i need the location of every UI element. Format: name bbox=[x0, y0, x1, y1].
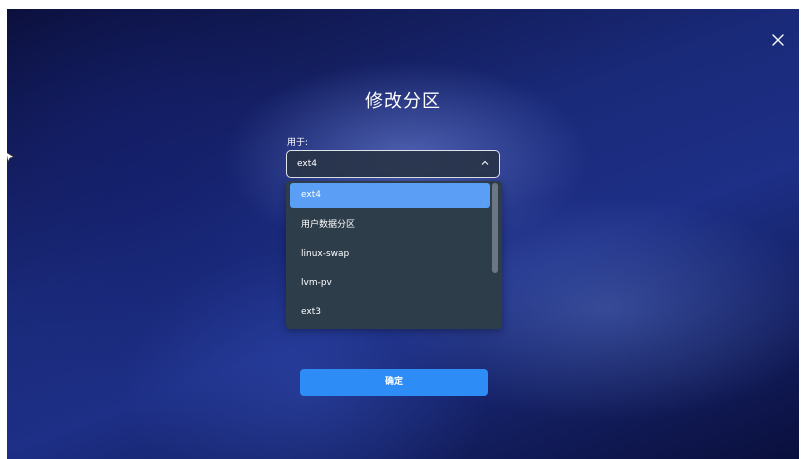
dropdown-option-linux-swap[interactable]: linux-swap bbox=[290, 242, 490, 267]
confirm-button[interactable]: 确定 bbox=[300, 369, 488, 396]
dropdown-option-lvm-pv[interactable]: lvm-pv bbox=[290, 271, 490, 296]
dropdown-scrollbar[interactable] bbox=[492, 183, 498, 273]
dialog-title: 修改分区 bbox=[365, 91, 441, 112]
usage-dropdown-list[interactable]: ext4 用户数据分区 linux-swap lvm-pv ext3 bbox=[286, 181, 502, 329]
usage-select[interactable]: ext4 bbox=[286, 150, 500, 178]
screen: 修改分区 用于: ext4 ext4 用户数据分区 linux-swap lvm… bbox=[7, 9, 799, 459]
usage-select-value: ext4 bbox=[297, 159, 317, 169]
chevron-up-icon bbox=[481, 160, 489, 165]
cursor-icon bbox=[7, 152, 15, 163]
close-icon bbox=[772, 34, 784, 46]
dropdown-option-user-data[interactable]: 用户数据分区 bbox=[290, 213, 490, 238]
dropdown-option-ext4[interactable]: ext4 bbox=[290, 183, 490, 208]
close-button[interactable] bbox=[769, 33, 787, 51]
usage-label: 用于: bbox=[287, 138, 309, 148]
dropdown-option-ext3[interactable]: ext3 bbox=[290, 300, 490, 325]
